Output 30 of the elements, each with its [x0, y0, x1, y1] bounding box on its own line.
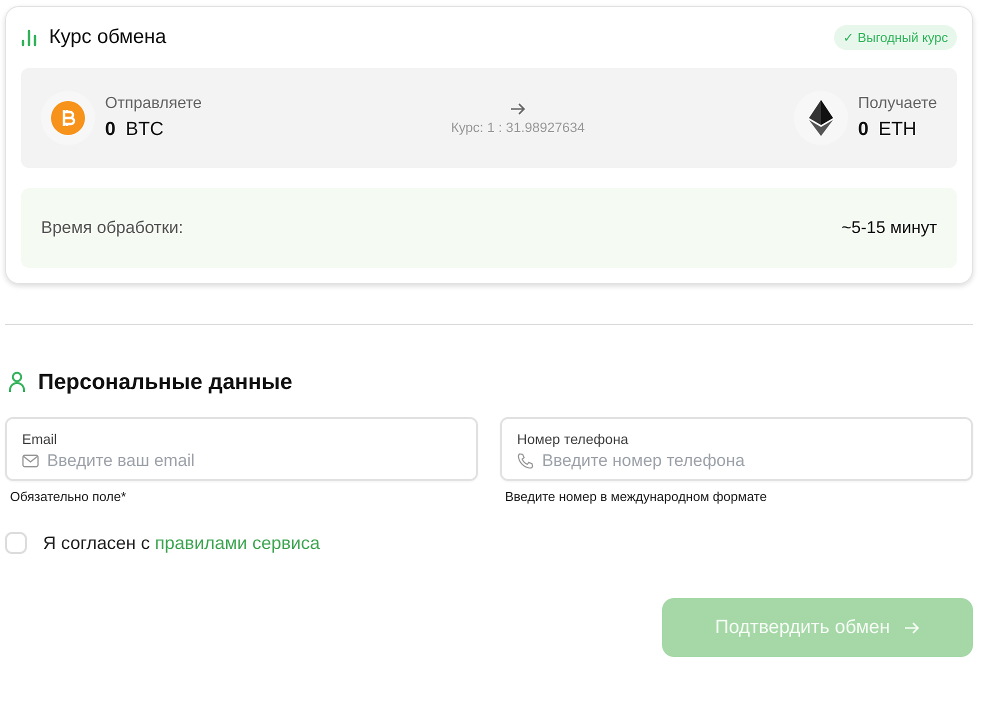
- user-icon: [8, 371, 26, 393]
- agreement-checkbox[interactable]: [5, 532, 27, 554]
- bar-chart-icon: [21, 28, 37, 46]
- ethereum-icon: [808, 100, 833, 136]
- processing-label: Время обработки:: [41, 218, 184, 238]
- field-hint: Обязательно поле*: [10, 489, 128, 504]
- arrow-right-icon: [904, 620, 920, 634]
- phone-input[interactable]: Введите номер телефона: [542, 451, 956, 471]
- phone-field[interactable]: Номер телефона Введите номер телефона: [500, 417, 973, 481]
- send-amount: 0: [105, 119, 116, 141]
- favorable-rate-badge: ✓ Выгодный курс: [834, 25, 957, 50]
- phone-icon: [517, 452, 534, 470]
- email-input[interactable]: Введите ваш email: [46, 451, 461, 471]
- field-label: Email: [22, 431, 58, 447]
- agreement-text: Я согласен с правилами сервиса: [43, 532, 320, 554]
- envelope-icon: [22, 454, 39, 468]
- field-hint: Введите номер в международном формате: [505, 489, 768, 504]
- send-label: Отправляете: [105, 95, 202, 113]
- exchange-rate: Курс: 1 : 31.98927634: [450, 120, 585, 134]
- processing-time: ~5-15 минут: [841, 218, 937, 238]
- arrow-right-icon: [510, 102, 526, 116]
- section-title: Персональные данные: [38, 369, 292, 395]
- card-title: Курс обмена: [49, 26, 166, 49]
- bitcoin-icon: [51, 101, 85, 135]
- field-label: Номер телефона: [517, 431, 630, 447]
- email-field[interactable]: Email Введите ваш email: [5, 417, 478, 481]
- send-currency: BTC: [126, 119, 164, 141]
- receive-amount: 0: [858, 119, 869, 141]
- receive-currency: ETH: [878, 119, 917, 141]
- receive-label: Получаете: [858, 95, 937, 113]
